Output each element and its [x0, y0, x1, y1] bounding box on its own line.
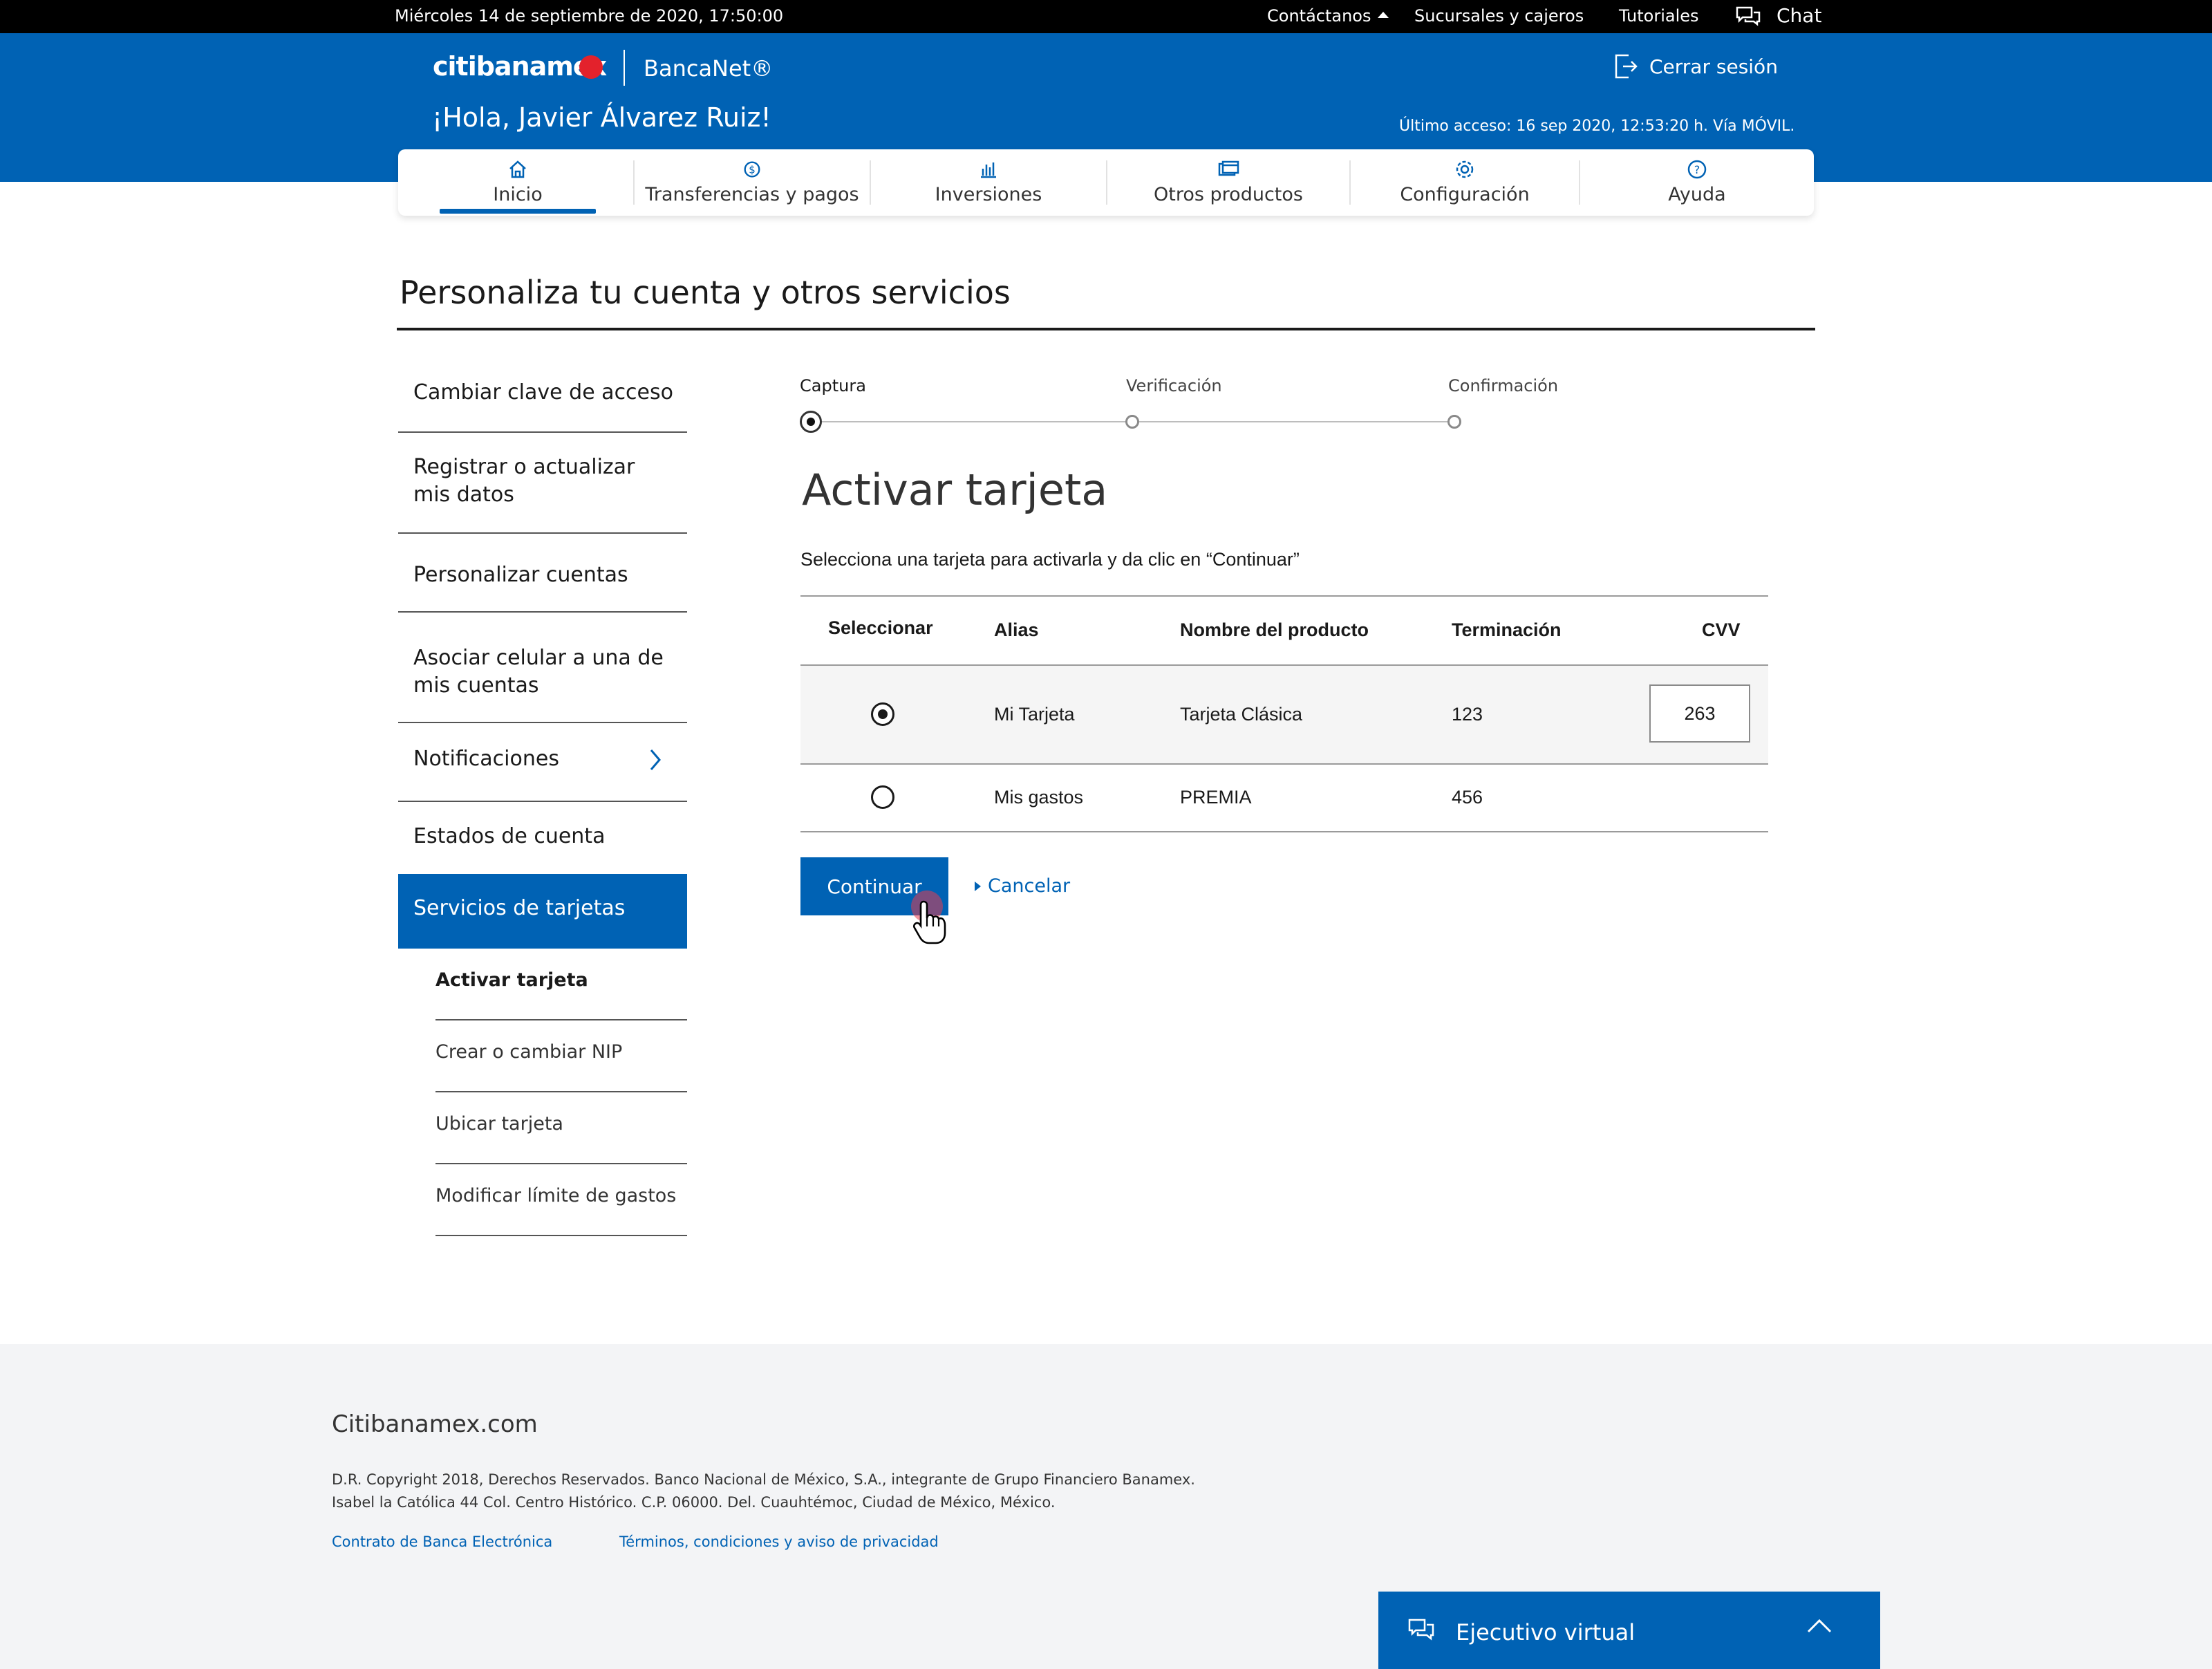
col-header-alias: Alias — [994, 619, 1039, 640]
nav-item-help[interactable]: ? Ayuda — [1580, 149, 1814, 216]
section-heading: Activar tarjeta — [802, 465, 1108, 515]
sidebar-item-link-phone[interactable]: Asociar celular a una de mis cuentas — [398, 644, 687, 722]
col-header-product: Nombre del producto — [1180, 619, 1369, 640]
chat-icon[interactable] — [1735, 6, 1761, 30]
nav-item-settings[interactable]: Configuración — [1351, 149, 1579, 216]
chat-link[interactable]: Chat — [1777, 4, 1821, 27]
subitem-change-pin[interactable]: Crear o cambiar NIP — [435, 1041, 687, 1063]
page-title: Personaliza tu cuenta y otros servicios — [400, 274, 1011, 311]
virtual-agent-panel[interactable]: Ejecutivo virtual — [1378, 1592, 1880, 1669]
contact-link[interactable]: Contáctanos — [1267, 6, 1389, 26]
sub-divider — [435, 1019, 687, 1020]
step-dot-current — [800, 411, 822, 433]
top-bar: Miércoles 14 de septiembre de 2020, 17:5… — [0, 0, 2212, 33]
col-header-ending: Terminación — [1452, 619, 1562, 640]
help-icon: ? — [1687, 160, 1707, 179]
sidebar-item-card-services[interactable]: Servicios de tarjetas — [398, 874, 687, 949]
logout-icon — [1615, 54, 1638, 79]
table-top-rule — [800, 595, 1768, 597]
step-label-confirmation: Confirmación — [1448, 376, 1559, 395]
last-access: Último acceso: 16 sep 2020, 12:53:20 h. … — [1399, 118, 1795, 135]
chevron-right-icon — [650, 749, 661, 770]
brand-logo-mark-icon — [579, 55, 603, 79]
nav-item-home[interactable]: Inicio — [426, 149, 610, 216]
active-nav-indicator — [440, 209, 596, 214]
sub-divider — [435, 1091, 687, 1092]
subitem-spending-limit[interactable]: Modificar límite de gastos — [435, 1185, 687, 1206]
step-label-capture: Captura — [800, 376, 866, 395]
caret-up-icon — [1378, 11, 1389, 18]
nav-item-other-products[interactable]: Otros productos — [1107, 149, 1349, 216]
chat-bubbles-icon — [1408, 1619, 1434, 1641]
logo-divider — [624, 50, 625, 86]
col-header-select: Seleccionar — [828, 617, 933, 638]
row-ending: 123 — [1452, 704, 1483, 725]
sidebar-item-update-data[interactable]: Registrar o actualizar mis datos — [398, 454, 687, 532]
bar-chart-icon — [981, 162, 996, 178]
step-dot — [1447, 415, 1461, 429]
sidebar-divider — [398, 722, 687, 723]
sidebar-divider — [398, 431, 687, 433]
row-radio[interactable] — [871, 785, 894, 809]
subitem-locate-card[interactable]: Ubicar tarjeta — [435, 1113, 687, 1135]
table-bottom-rule — [800, 831, 1768, 832]
transfer-money-icon: $ — [744, 161, 760, 178]
greeting: ¡Hola, Javier Álvarez Ruiz! — [432, 102, 771, 133]
row-alias: Mi Tarjeta — [994, 704, 1075, 725]
tutorials-link[interactable]: Tutoriales — [1619, 6, 1699, 26]
svg-text:$: $ — [749, 164, 756, 176]
subitem-activate-card[interactable]: Activar tarjeta — [435, 969, 687, 991]
nav-item-transfers[interactable]: $ Transferencias y pagos — [635, 149, 870, 216]
hand-cursor-icon — [913, 900, 946, 944]
sub-divider — [435, 1235, 687, 1236]
sidebar-item-statements[interactable]: Estados de cuenta — [398, 823, 687, 871]
svg-text:?: ? — [1694, 163, 1700, 176]
product-name: BancaNet® — [644, 55, 774, 82]
sidebar-item-notifications[interactable]: Notificaciones — [398, 745, 687, 801]
row-radio-selected[interactable] — [871, 702, 894, 726]
row-divider — [800, 763, 1768, 765]
cvv-input[interactable] — [1649, 684, 1750, 743]
main-nav: Inicio $ Transferencias y pagos Inversio… — [398, 149, 1814, 216]
sub-divider — [435, 1163, 687, 1164]
instruction-text: Selecciona una tarjeta para activarla y … — [800, 549, 1300, 570]
logout-button[interactable]: Cerrar sesión — [1613, 53, 1778, 80]
footer-site-name: Citibanamex.com — [332, 1410, 538, 1438]
row-alias: Mis gastos — [994, 787, 1084, 808]
triangle-right-icon — [975, 881, 981, 891]
home-icon — [509, 160, 526, 178]
col-header-cvv: CVV — [1702, 619, 1741, 640]
cancel-link[interactable]: Cancelar — [975, 875, 1070, 897]
row-product: PREMIA — [1180, 787, 1252, 808]
step-label-verification: Verificación — [1126, 376, 1222, 395]
gear-icon — [1456, 160, 1474, 178]
footer-link-terms[interactable]: Términos, condiciones y aviso de privaci… — [619, 1533, 939, 1550]
sidebar-divider — [398, 611, 687, 613]
step-dot — [1125, 415, 1139, 429]
sidebar-divider — [398, 801, 687, 802]
branches-link[interactable]: Sucursales y cajeros — [1414, 6, 1584, 26]
sidebar-item-customize-accounts[interactable]: Personalizar cuentas — [398, 561, 687, 611]
card-icon — [1218, 160, 1239, 176]
footer-copyright: D.R. Copyright 2018, Derechos Reservados… — [332, 1471, 1195, 1511]
sidebar-item-change-password[interactable]: Cambiar clave de acceso — [398, 379, 687, 431]
row-ending: 456 — [1452, 787, 1483, 808]
nav-item-investments[interactable]: Inversiones — [871, 149, 1106, 216]
title-divider — [397, 328, 1815, 330]
sidebar-divider — [398, 532, 687, 534]
current-date: Miércoles 14 de septiembre de 2020, 17:5… — [395, 6, 784, 26]
footer-link-contract[interactable]: Contrato de Banca Electrónica — [332, 1533, 552, 1550]
row-product: Tarjeta Clásica — [1180, 704, 1303, 725]
chevron-up-icon[interactable] — [1806, 1618, 1833, 1634]
